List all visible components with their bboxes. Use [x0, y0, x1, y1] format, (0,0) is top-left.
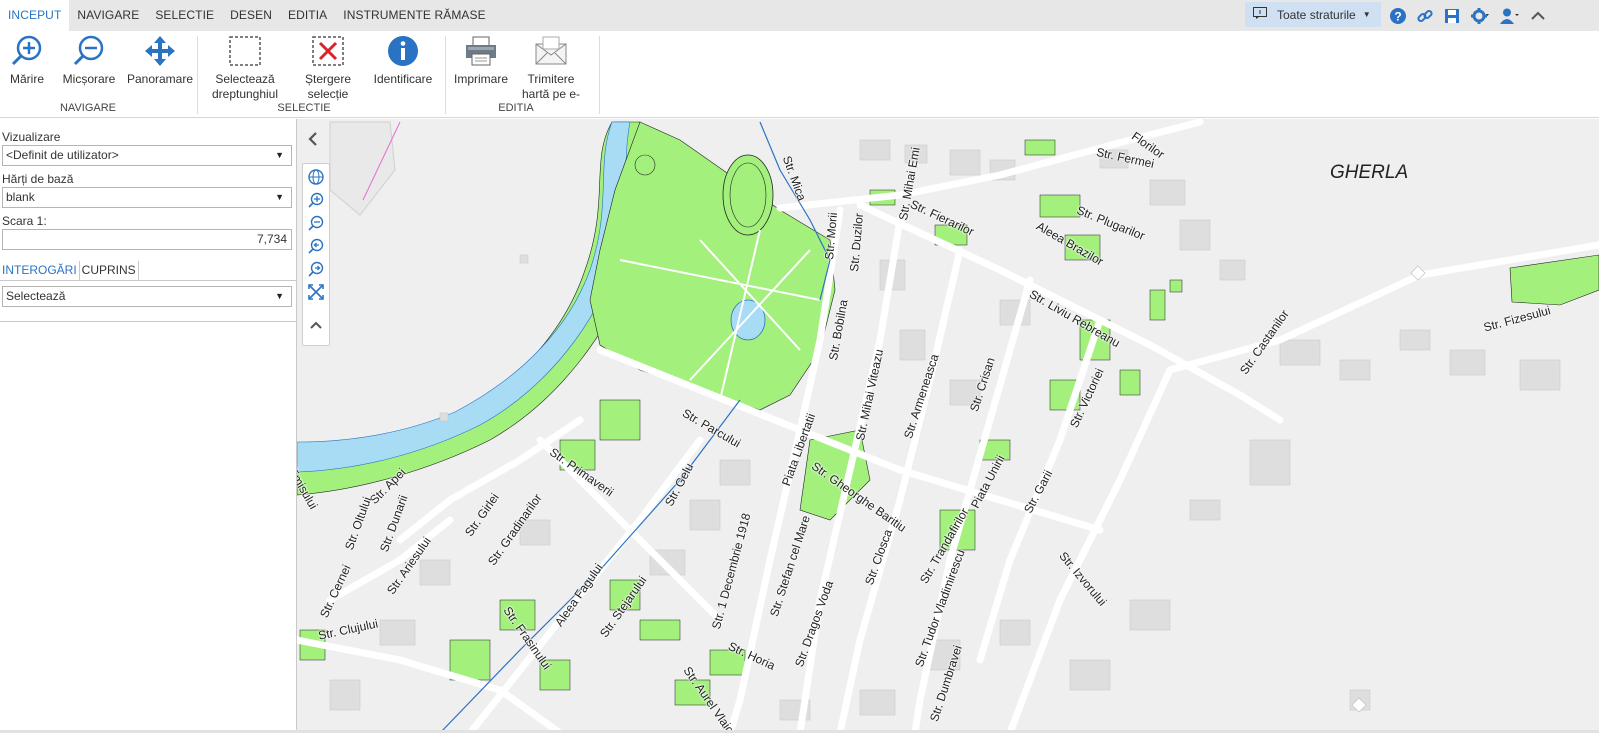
zoom-out-icon: [73, 35, 104, 66]
user-icon[interactable]: [1500, 0, 1520, 31]
tab-inceput[interactable]: INCEPUT: [0, 0, 70, 31]
layer-selector[interactable]: Toate straturile ▼: [1245, 2, 1381, 27]
layer-selector-label: Toate straturile: [1277, 7, 1356, 22]
gear-icon[interactable]: [1471, 0, 1489, 31]
pan-button[interactable]: Panoramare: [127, 35, 193, 87]
chevron-down-icon: ▼: [275, 192, 284, 202]
top-menu-bar: INCEPUT NAVIGARE SELECTIE DESEN EDITIA I…: [0, 0, 1599, 31]
tab-interogari[interactable]: INTEROGĂRI: [0, 261, 80, 281]
previous-extent-button[interactable]: [307, 237, 325, 255]
top-right-toolbar: ?: [1390, 0, 1556, 31]
save-icon[interactable]: [1444, 0, 1460, 31]
zoom-in-icon: [308, 192, 324, 208]
ribbon-group-navigare: Mărire Micșorare Panoramare NAVIGARE: [0, 31, 197, 118]
group-label-selectie: SELECTIE: [277, 102, 331, 114]
print-button[interactable]: Imprimare: [450, 35, 512, 87]
ribbon-group-editia: Imprimare Trimitere hartă pe e- EDITIA: [446, 31, 599, 118]
zoom-in-label: Mărire: [9, 72, 44, 86]
query-select-value: Selectează: [6, 289, 66, 303]
help-icon[interactable]: ?: [1390, 0, 1406, 31]
group-label-navigare: NAVIGARE: [59, 102, 117, 114]
chevron-down-icon: ▼: [275, 150, 284, 160]
map-view[interactable]: GHERLA Str. Fermei Str. Plugarilor Str. …: [297, 119, 1599, 733]
clear-selection-button[interactable]: Ștergere selecție: [298, 35, 358, 102]
select-rectangle-label-2: dreptunghiul: [211, 87, 279, 101]
collapse-toolbar-button[interactable]: [307, 316, 325, 334]
select-rectangle-label-1: Selectează: [215, 72, 275, 86]
pan-label: Panoramare: [126, 72, 194, 86]
email-map-label-1: Trimitere: [527, 72, 575, 86]
printer-icon: [466, 36, 496, 66]
clear-selection-icon: [312, 36, 344, 66]
print-label: Imprimare: [453, 72, 508, 86]
next-extent-button[interactable]: [307, 260, 325, 278]
zoom-previous-icon: [308, 238, 324, 254]
panel-subtabs: INTEROGĂRI CUPRINS: [0, 261, 297, 281]
map-canvas: [297, 119, 1599, 733]
info-icon: [388, 36, 418, 66]
ribbon-tabs: INCEPUT NAVIGARE SELECTIE DESEN EDITIA I…: [0, 0, 494, 31]
chevron-left-icon: [308, 132, 317, 146]
email-map-button[interactable]: Trimitere hartă pe e-: [518, 35, 584, 102]
view-label: Vizualizare: [2, 130, 61, 144]
group-label-editia: EDITIA: [498, 102, 534, 114]
basemap-select[interactable]: blank ▼: [2, 187, 292, 208]
zoom-in-button[interactable]: Mărire: [6, 35, 48, 87]
tab-cuprins[interactable]: CUPRINS: [80, 261, 139, 281]
identify-button[interactable]: Identificare: [368, 35, 438, 87]
group-separator: [599, 36, 600, 114]
select-rectangle-button[interactable]: Selectează dreptunghiul: [206, 35, 284, 102]
collapse-panel-button[interactable]: [302, 128, 324, 150]
chevron-up-icon: [310, 321, 322, 329]
zoom-out-label: Micșorare: [62, 72, 116, 86]
basemap-label: Hărți de bază: [2, 172, 74, 186]
collapse-ribbon-icon[interactable]: [1531, 0, 1545, 31]
scale-label: Scara 1:: [2, 214, 47, 228]
basemap-select-value: blank: [6, 190, 35, 204]
place-label: GHERLA: [1330, 162, 1409, 183]
full-extent-globe-button[interactable]: [307, 168, 325, 186]
query-select[interactable]: Selectează ▼: [2, 286, 292, 307]
map-zoom-in-button[interactable]: [307, 191, 325, 209]
map-toolbar: [302, 163, 330, 346]
globe-icon: [308, 169, 324, 185]
map-zoom-out-button[interactable]: [307, 214, 325, 232]
svg-text:?: ?: [1394, 9, 1401, 23]
select-rectangle-icon: [229, 36, 261, 66]
zoom-full-button[interactable]: [307, 283, 325, 301]
view-select-value: <Definit de utilizator>: [6, 148, 119, 162]
chevron-down-icon: ▼: [275, 291, 284, 301]
identify-label: Identificare: [373, 72, 433, 86]
clear-selection-label-1: Ștergere: [304, 72, 352, 86]
ribbon-group-selectie: Selectează dreptunghiul Ștergere selecți…: [198, 31, 445, 118]
envelope-icon: [535, 36, 567, 65]
layer-selector-icon: [1253, 7, 1267, 22]
scale-input[interactable]: 7,734: [2, 229, 292, 250]
view-select[interactable]: <Definit de utilizator> ▼: [2, 145, 292, 166]
tab-instrumente-ramase[interactable]: INSTRUMENTE RĂMASE: [335, 0, 493, 31]
link-icon[interactable]: [1417, 0, 1433, 31]
panel-divider: [0, 321, 297, 322]
left-panel: Vizualizare <Definit de utilizator> ▼ Hă…: [0, 119, 297, 733]
expand-icon: [308, 284, 324, 300]
zoom-out-button[interactable]: Micșorare: [60, 35, 118, 87]
ribbon: Mărire Micșorare Panoramare NAVIGARE Sel…: [0, 31, 1599, 118]
tab-selectie[interactable]: SELECTIE: [147, 0, 222, 31]
chevron-down-icon: ▼: [1362, 10, 1371, 19]
tab-navigare[interactable]: NAVIGARE: [69, 0, 147, 31]
tab-editia[interactable]: EDITIA: [280, 0, 335, 31]
pan-icon: [145, 36, 175, 66]
tab-desen[interactable]: DESEN: [222, 0, 280, 31]
clear-selection-label-2: selecție: [307, 87, 349, 101]
zoom-in-icon: [11, 35, 42, 66]
zoom-out-icon: [308, 215, 324, 231]
email-map-label-2: hartă pe e-: [521, 87, 581, 101]
zoom-next-icon: [308, 261, 324, 277]
